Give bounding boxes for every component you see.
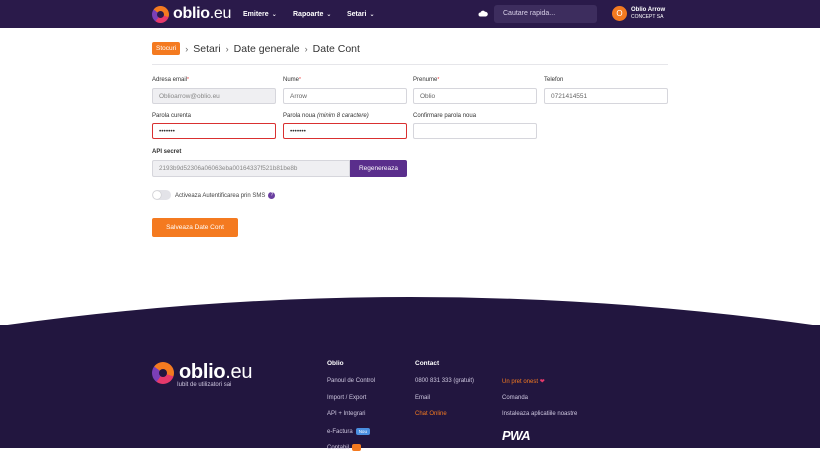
footer-link-chat[interactable]: Chat Online [415,411,447,417]
new-password-field[interactable]: ••••••• [283,123,407,139]
logo-tld: .eu [209,5,232,22]
api-secret-label: API secret [152,149,182,155]
parola-noua-label-text: Parola noua [283,113,316,119]
nume-field[interactable]: Arrow [283,88,407,104]
regenerate-button[interactable]: Regenereaza [350,160,407,177]
chevron-down-icon: ⌄ [369,11,375,18]
footer-col-contact-title: Contact [415,360,440,367]
save-account-button[interactable]: Salveaza Date Cont [152,218,238,237]
quick-search-input[interactable]: Cautare rapida... [494,5,597,23]
footer-link-instaleaza[interactable]: Instaleaza aplicatiile noastre [502,411,577,417]
footer-col-oblio-title: Oblio [327,360,344,367]
footer-link-api[interactable]: API + Integrari [327,411,366,417]
breadcrumb-date-generale[interactable]: Date generale [234,43,300,55]
nav-emitere[interactable]: Emitere ⌄ [243,0,277,28]
footer-link-contabil-text: Contabil [327,445,350,451]
footer-tagline: Iubit de utilizatori sai [177,382,232,388]
email-label-text: Adresa email [152,77,188,83]
email-field: Oblioarrow@oblio.eu [152,88,276,104]
new-badge: Nou [355,428,370,435]
footer-link-pret[interactable]: Un pret onest ❤ [502,378,545,385]
oblio-logo-icon [152,5,169,23]
chevron-right-icon: › [185,43,189,54]
footer-logo-text: oblio [179,361,226,383]
breadcrumb-date-cont: Date Cont [312,42,360,55]
oblio-logo-icon [152,361,174,384]
current-password-field[interactable]: ••••••• [152,123,276,139]
user-avatar[interactable]: O [612,6,627,21]
user-name: Oblio Arrow [631,7,666,13]
email-label: Adresa email* [152,77,189,83]
prenume-label-text: Prenume [413,77,438,83]
footer-link-efactura[interactable]: e-Factura Nou [327,428,370,435]
divider [152,64,668,65]
user-company: CONCEPT SA [631,14,664,20]
confirmare-label: Confirmare parola noua [413,113,477,119]
user-menu[interactable]: Oblio Arrow CONCEPT SA [631,7,665,21]
nav-rapoarte-label: Rapoarte [293,10,324,18]
footer-logo-tld: .eu [225,361,253,383]
sms-auth-toggle[interactable] [152,190,171,200]
stocuri-badge[interactable]: Stocuri [152,42,181,55]
nume-label-text: Nume [283,77,300,83]
sms-auth-label: Activeaza Autentificarea prin SMS? [175,192,276,199]
footer [0,325,820,448]
cloud-icon[interactable] [478,9,488,17]
nav-rapoarte[interactable]: Rapoarte ⌄ [293,0,331,28]
sms-auth-label-text: Activeaza Autentificarea prin SMS [175,192,266,199]
footer-link-comanda[interactable]: Comanda [502,395,528,401]
prenume-field[interactable]: Oblio [413,88,537,104]
footer-link-panou[interactable]: Panoul de Control [327,378,375,384]
footer-link-email[interactable]: Email [415,395,430,401]
parola-curenta-label: Parola curenta [152,113,192,119]
prenume-label: Prenume* [413,77,440,83]
footer-link-phone[interactable]: 0800 831 333 (gratuit) [415,378,474,384]
chevron-right-icon: › [304,43,308,54]
parola-noua-label: Parola noua (minim 8 caractere) [283,113,369,119]
chevron-right-icon: › [225,43,229,54]
telefon-label: Telefon [544,77,564,83]
pwa-logo[interactable]: PWA [502,428,531,443]
confirm-password-field[interactable] [413,123,537,139]
parola-noua-hint: (minim 8 caractere) [317,113,369,119]
chevron-down-icon: ⌄ [271,11,277,18]
api-secret-field: 2193b9d52306a06063eba00164337f521b81be8b [152,160,350,177]
heart-icon: ❤ [539,379,545,385]
breadcrumb: Stocuri › Setari › Date generale › Date … [152,41,360,56]
nav-setari-label: Setari [347,10,367,18]
nav-setari[interactable]: Setari ⌄ [347,0,375,28]
nume-label: Nume* [283,77,301,83]
footer-logo[interactable]: oblio.eu [152,361,252,384]
top-navbar [0,0,820,28]
nav-emitere-label: Emitere [243,10,269,18]
footer-link-efactura-text: e-Factura [327,429,353,435]
chevron-down-icon: ⌄ [326,11,332,18]
breadcrumb-setari[interactable]: Setari [193,43,220,55]
footer-link-import-export[interactable]: Import / Export [327,395,366,401]
oblio-logo[interactable]: oblio.eu [152,5,231,23]
footer-link-pret-text: Un pret onest [502,379,539,385]
telefon-field[interactable]: 0721414551 [544,88,668,104]
logo-text: oblio [173,5,210,22]
help-icon[interactable]: ? [268,192,276,199]
